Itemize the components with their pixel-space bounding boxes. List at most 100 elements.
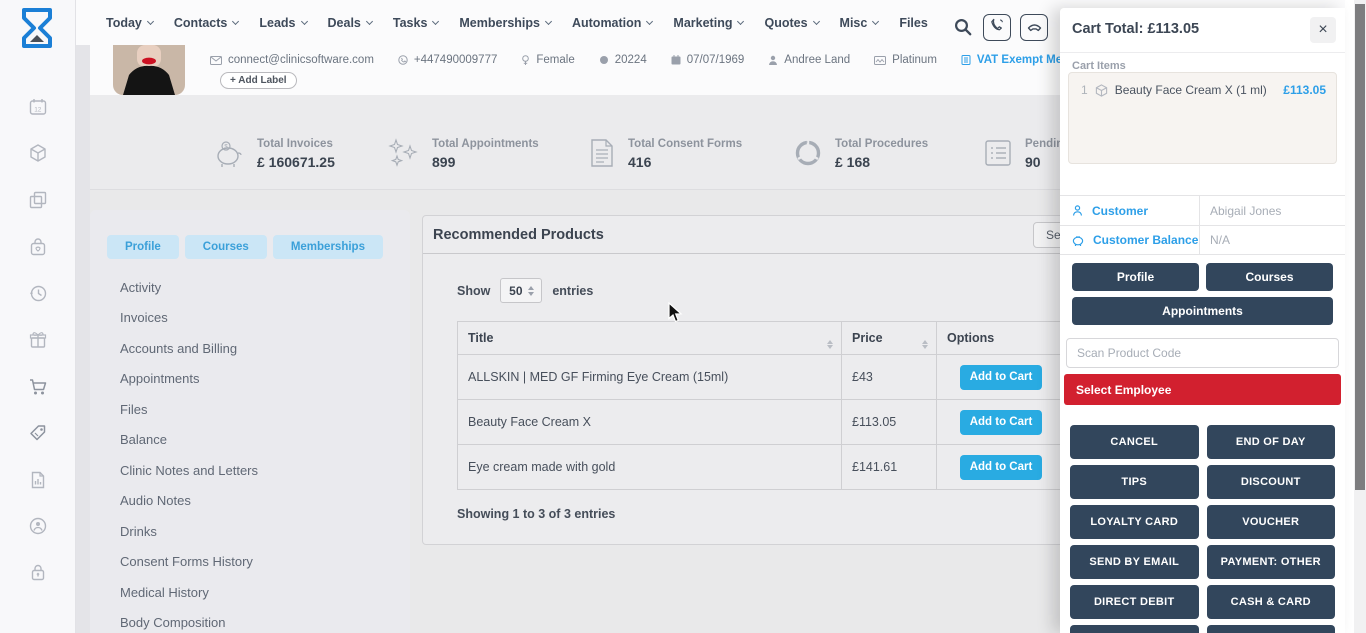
nav-leads-label: Leads bbox=[259, 16, 295, 30]
patient-dob-text: 07/07/1969 bbox=[687, 54, 745, 66]
package-icon[interactable] bbox=[28, 143, 48, 163]
patient-tier-text: Platinum bbox=[892, 54, 937, 66]
tab-courses[interactable]: Courses bbox=[185, 235, 267, 259]
scan-product-code-input[interactable] bbox=[1066, 338, 1339, 368]
nav-misc[interactable]: Misc bbox=[840, 16, 879, 30]
direct-debit-button[interactable]: DIRECT DEBIT bbox=[1070, 585, 1199, 619]
chevron-down-icon bbox=[545, 17, 552, 24]
appointments-button[interactable]: Appointments bbox=[1072, 297, 1333, 325]
sort-icon[interactable] bbox=[827, 340, 833, 349]
stat-total-invoices: $ Total Invoices£ 160671.25 bbox=[213, 138, 335, 173]
close-icon[interactable]: × bbox=[1310, 17, 1336, 43]
nav-marketing[interactable]: Marketing bbox=[673, 16, 743, 30]
customer-row[interactable]: Customer Abigail Jones bbox=[1060, 195, 1345, 225]
stat-label: Total Appointments bbox=[432, 138, 539, 150]
nav-automation[interactable]: Automation bbox=[572, 16, 652, 30]
stat-value: £ 160671.25 bbox=[257, 154, 335, 170]
cart-item-qty: 1 bbox=[1081, 83, 1088, 97]
column-title[interactable]: Title bbox=[458, 322, 842, 355]
search-icon[interactable] bbox=[954, 18, 972, 36]
lock-icon[interactable] bbox=[28, 562, 48, 582]
stat-total-appointments: Total Appointments899 bbox=[388, 138, 539, 173]
add-label-button[interactable]: + Add Label bbox=[220, 72, 297, 89]
nav-quotes[interactable]: Quotes bbox=[764, 16, 818, 30]
send-by-email-button[interactable]: SEND BY EMAIL bbox=[1070, 545, 1199, 579]
page-scrollbar[interactable] bbox=[1354, 0, 1366, 633]
discount-button[interactable]: DISCOUNT bbox=[1207, 465, 1336, 499]
id-badge-icon bbox=[599, 55, 609, 65]
gift-icon[interactable] bbox=[28, 330, 48, 350]
list-item-balance[interactable]: Balance bbox=[120, 425, 258, 456]
tab-profile[interactable]: Profile bbox=[107, 235, 179, 259]
person-icon bbox=[1072, 205, 1083, 216]
add-to-cart-button[interactable]: Add to Cart bbox=[960, 455, 1042, 480]
products-table: Title Price Options ALLSKIN | MED GF Fir… bbox=[457, 321, 1123, 490]
end-of-day-button[interactable]: END OF DAY bbox=[1207, 425, 1336, 459]
handset-button[interactable] bbox=[1020, 14, 1048, 41]
patient-email[interactable]: connect@clinicsoftware.com bbox=[210, 54, 374, 66]
nav-contacts-label: Contacts bbox=[174, 16, 227, 30]
chevron-down-icon bbox=[147, 17, 154, 24]
cart-item-price: £113.05 bbox=[1283, 83, 1326, 97]
stat-label: Pendin bbox=[1025, 138, 1063, 150]
cart-item[interactable]: 1 Beauty Face Cream X (1 ml) £113.05 bbox=[1069, 73, 1336, 97]
stars-icon bbox=[388, 138, 420, 173]
loyalty-card-button[interactable]: LOYALTY CARD bbox=[1070, 505, 1199, 539]
tips-button[interactable]: TIPS bbox=[1070, 465, 1199, 499]
user-circle-icon[interactable] bbox=[28, 516, 48, 536]
profile-button[interactable]: Profile bbox=[1072, 263, 1199, 291]
shopping-bag-icon[interactable] bbox=[28, 237, 48, 257]
add-to-cart-button[interactable]: Add to Cart bbox=[960, 365, 1042, 390]
list-item-clinic-notes[interactable]: Clinic Notes and Letters bbox=[120, 455, 258, 486]
list-item-accounts-and-billing[interactable]: Accounts and Billing bbox=[120, 333, 258, 364]
price-tag-icon[interactable] bbox=[28, 423, 48, 443]
cancel-button[interactable]: CANCEL bbox=[1070, 425, 1199, 459]
clinicsoftware-logo[interactable] bbox=[14, 5, 60, 53]
patient-avatar[interactable] bbox=[113, 45, 185, 95]
tab-memberships[interactable]: Memberships bbox=[273, 235, 383, 259]
history-icon[interactable] bbox=[28, 283, 48, 303]
courses-button[interactable]: Courses bbox=[1206, 263, 1333, 291]
list-item-files[interactable]: Files bbox=[120, 394, 258, 425]
add-to-cart-button[interactable]: Add to Cart bbox=[960, 410, 1042, 435]
cart-icon[interactable] bbox=[28, 377, 48, 397]
customer-balance-row[interactable]: Customer Balance N/A bbox=[1060, 225, 1345, 255]
list-item-medical-history[interactable]: Medical History bbox=[120, 577, 258, 608]
donut-chart-icon bbox=[793, 138, 823, 173]
phone-button[interactable] bbox=[983, 14, 1011, 41]
page-size-row: Show 50 entries bbox=[457, 278, 593, 303]
voucher-button[interactable]: VOUCHER bbox=[1207, 505, 1336, 539]
customer-balance-label: Customer Balance bbox=[1093, 233, 1198, 247]
phone-icon bbox=[990, 18, 1004, 37]
nav-memberships[interactable]: Memberships bbox=[459, 16, 551, 30]
cash-and-card-button[interactable]: CASH & CARD bbox=[1207, 585, 1336, 619]
report-icon[interactable] bbox=[28, 470, 48, 490]
list-item-activity[interactable]: Activity bbox=[120, 272, 258, 303]
nav-today[interactable]: Today bbox=[106, 16, 153, 30]
handset-icon bbox=[1027, 19, 1042, 37]
list-item-audio-notes[interactable]: Audio Notes bbox=[120, 486, 258, 517]
select-employee-button[interactable]: Select Employee bbox=[1064, 374, 1341, 405]
list-item-invoices[interactable]: Invoices bbox=[120, 303, 258, 334]
list-item-appointments[interactable]: Appointments bbox=[120, 364, 258, 395]
list-item-body-composition[interactable]: Body Composition bbox=[120, 608, 258, 633]
sort-icon[interactable] bbox=[922, 340, 928, 349]
list-item-consent-forms-history[interactable]: Consent Forms History bbox=[120, 547, 258, 578]
scrollbar-thumb[interactable] bbox=[1355, 4, 1365, 490]
list-item-drinks[interactable]: Drinks bbox=[120, 516, 258, 547]
payment-other-button[interactable]: PAYMENT: OTHER bbox=[1207, 545, 1336, 579]
nav-contacts[interactable]: Contacts bbox=[174, 16, 238, 30]
payment-button-partial[interactable] bbox=[1207, 625, 1336, 633]
column-price[interactable]: Price bbox=[842, 322, 937, 355]
product-title-cell: Beauty Face Cream X bbox=[458, 400, 842, 445]
payment-button-partial[interactable] bbox=[1070, 625, 1199, 633]
patient-phone[interactable]: +447490009777 bbox=[398, 54, 497, 66]
nav-leads[interactable]: Leads bbox=[259, 16, 306, 30]
nav-deals[interactable]: Deals bbox=[328, 16, 372, 30]
layers-icon[interactable] bbox=[28, 190, 48, 210]
nav-tasks[interactable]: Tasks bbox=[393, 16, 439, 30]
patient-contact-row: connect@clinicsoftware.com +447490009777… bbox=[210, 52, 1100, 68]
nav-files[interactable]: Files bbox=[899, 16, 928, 30]
calendar-icon[interactable]: 12 bbox=[28, 97, 48, 117]
page-size-select[interactable]: 50 bbox=[500, 278, 542, 303]
